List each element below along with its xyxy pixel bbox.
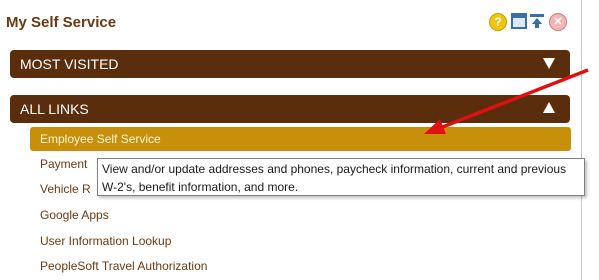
- all-links-label: ALL LINKS: [20, 101, 89, 117]
- most-visited-label: MOST VISITED: [20, 56, 119, 72]
- panel-title: My Self Service: [6, 14, 117, 31]
- link-tooltip: View and/or update addresses and phones,…: [97, 158, 585, 196]
- chevron-down-icon: [543, 58, 555, 69]
- most-visited-header[interactable]: MOST VISITED: [10, 50, 570, 78]
- link-employee-self-service[interactable]: Employee Self Service: [30, 127, 571, 151]
- link-google-apps[interactable]: Google Apps: [30, 203, 571, 227]
- chevron-up-icon: [543, 102, 555, 113]
- close-icon[interactable]: ✕: [549, 13, 567, 31]
- link-user-information-lookup[interactable]: User Information Lookup: [30, 229, 571, 253]
- window-icon[interactable]: [511, 13, 527, 29]
- collapse-icon[interactable]: [529, 13, 545, 29]
- help-icon[interactable]: ?: [489, 13, 507, 31]
- self-service-panel: My Self Service ? ✕ MOST VISITED ALL LIN…: [0, 0, 582, 280]
- all-links-header[interactable]: ALL LINKS: [10, 95, 570, 123]
- link-peoplesoft-travel-authorization[interactable]: PeopleSoft Travel Authorization: [30, 254, 571, 278]
- collapse-icon-glyph: [530, 14, 544, 28]
